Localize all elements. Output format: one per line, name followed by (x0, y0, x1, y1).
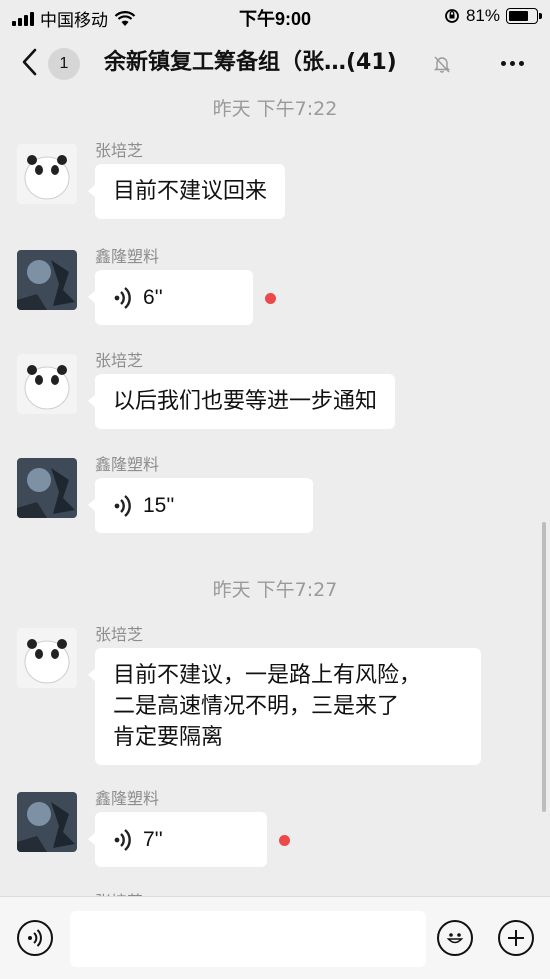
voice-wave-icon (114, 828, 131, 851)
timestamp-separator: 昨天 下午7:27 (212, 579, 338, 601)
chat-title: 余新镇复工筹备组（张…(41) (104, 50, 397, 75)
timestamp-separator: 昨天 下午7:22 (212, 98, 338, 120)
scrollbar[interactable] (542, 522, 546, 812)
voice-duration: 6'' (143, 286, 163, 309)
avatar-panda[interactable] (17, 354, 77, 414)
text-bubble[interactable]: 目前不建议回来 (87, 164, 286, 219)
unread-voice-dot (279, 835, 290, 846)
voice-bubble[interactable]: 7'' (88, 812, 267, 867)
emoji-button[interactable] (437, 920, 473, 956)
text-bubble[interactable]: 以后我们也要等进一步通知 (87, 374, 396, 429)
orientation-lock-icon (445, 9, 459, 23)
more-dot-icon (519, 61, 524, 66)
battery-percent: 81% (465, 6, 500, 25)
sender-name: 鑫隆塑料 (95, 789, 160, 808)
avatar-night-scene[interactable] (17, 792, 77, 852)
voice-wave-icon (114, 286, 131, 309)
voice-mode-icon (28, 929, 42, 947)
sender-name: 张培芝 (95, 625, 144, 644)
system-indicators: 81% (444, 6, 542, 26)
sender-name: 鑫隆塑料 (95, 455, 160, 474)
text-bubble[interactable]: 目前不建议，一是路上有风险， 二是高速情况不明，三是来了 肯定要隔离 (88, 648, 481, 765)
voice-bubble[interactable]: 6'' (88, 270, 253, 325)
message-text: 以后我们也要等进一步通知 (113, 389, 378, 414)
chevron-left-icon (22, 48, 37, 76)
plus-button[interactable] (498, 920, 534, 956)
input-bar (0, 896, 550, 979)
emoji-icon (446, 933, 464, 944)
message-list[interactable]: 昨天 下午7:22 张培芝 目前不建议回来 鑫隆塑料 6'' 张培芝 以后我们也… (0, 92, 550, 896)
avatar-panda[interactable] (17, 144, 77, 204)
battery-icon (506, 8, 542, 24)
unread-count-badge[interactable]: 1 (48, 48, 80, 80)
avatar-night-scene[interactable] (17, 250, 77, 310)
sender-name: 张培芝 (95, 888, 143, 896)
message-text: 目前不建议回来 (113, 179, 268, 204)
mute-bell-icon (433, 56, 451, 73)
message-line: 肯定要隔离 (113, 725, 224, 750)
more-dot-icon (501, 61, 506, 66)
sender-name: 张培芝 (95, 141, 144, 160)
sender-name: 张培芝 (95, 351, 144, 370)
voice-bubble[interactable]: 15'' (88, 478, 313, 533)
chat-header: 1 余新镇复工筹备组（张…(41) (0, 34, 550, 92)
voice-duration: 7'' (143, 828, 163, 851)
status-bar: 中国移动 下午9:00 81% (0, 0, 550, 34)
message-line: 目前不建议，一是路上有风险， (113, 663, 422, 688)
avatar-panda[interactable] (17, 628, 77, 688)
voice-mode-button[interactable] (17, 920, 53, 956)
back-button[interactable] (20, 46, 42, 78)
more-options-button[interactable] (501, 61, 524, 66)
more-dot-icon (510, 61, 515, 66)
voice-duration: 15'' (143, 494, 175, 517)
plus-icon (508, 930, 524, 946)
message-line: 二是高速情况不明，三是来了 (113, 694, 400, 719)
unread-voice-dot (265, 293, 276, 304)
message-input[interactable] (70, 911, 426, 967)
sender-name: 鑫隆塑料 (95, 247, 160, 266)
voice-wave-icon (114, 494, 131, 517)
avatar-night-scene[interactable] (17, 458, 77, 518)
